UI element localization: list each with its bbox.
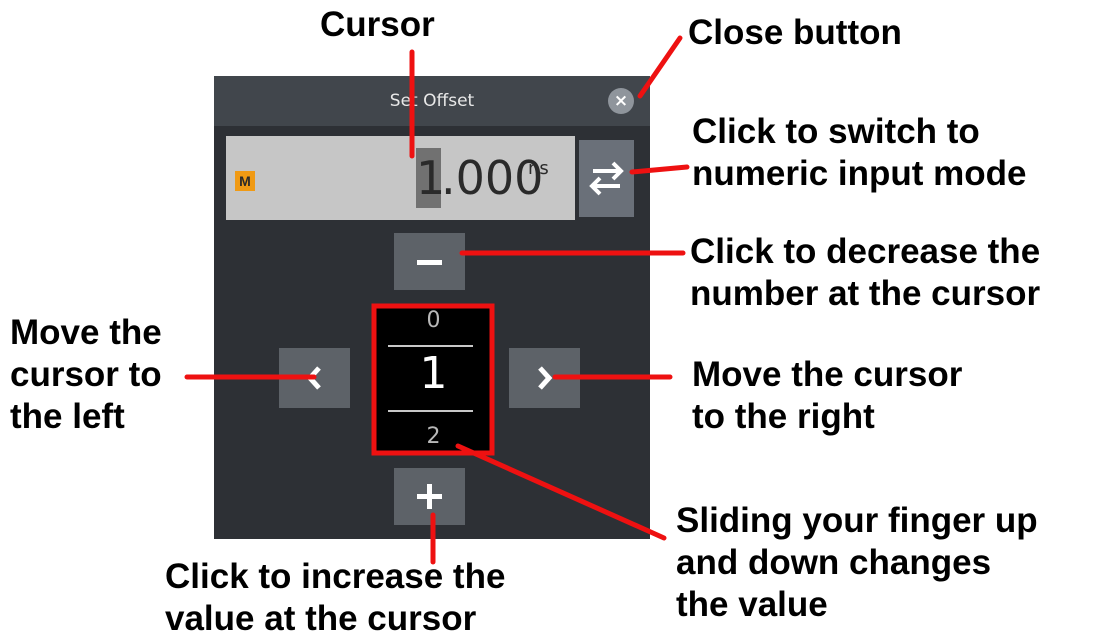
dialog-title: Set Offset — [389, 91, 475, 111]
dialog-title-bar: Set Offset × — [214, 76, 650, 126]
offset-value: 1.000 — [416, 148, 543, 208]
wheel-previous-digit: 0 — [426, 308, 441, 333]
wheel-divider-top — [388, 345, 473, 347]
value-unit: ns — [528, 158, 549, 179]
chevron-right-icon — [538, 366, 553, 390]
chevron-left-icon — [306, 366, 321, 390]
plus-icon — [417, 484, 442, 509]
increase-button[interactable] — [394, 468, 465, 525]
annotation-cursor: Cursor — [320, 5, 435, 44]
switch-input-mode-button[interactable] — [579, 140, 634, 217]
annotation-move-left: Move the cursor to the left — [10, 313, 162, 436]
annotation-increase: Click to increase the value at the curso… — [165, 557, 506, 638]
cursor-right-button[interactable] — [509, 348, 580, 408]
close-button[interactable]: × — [608, 88, 634, 114]
wheel-next-digit: 2 — [426, 424, 441, 449]
annotation-close-button: Close button — [688, 13, 902, 52]
digit-wheel[interactable]: 0 1 2 — [376, 304, 491, 453]
annotation-slide: Sliding your finger up and down changes … — [676, 501, 1038, 624]
annotation-switch-mode: Click to switch to numeric input mode — [692, 112, 1027, 193]
wheel-current-digit: 1 — [419, 348, 448, 399]
close-icon: × — [613, 91, 629, 111]
annotation-decrease: Click to decrease the number at the curs… — [690, 232, 1041, 313]
wheel-divider-bottom — [388, 410, 473, 412]
cursor-left-button[interactable] — [279, 348, 350, 408]
decrease-button[interactable] — [394, 233, 465, 290]
value-display: M 1.000 ns — [226, 136, 575, 220]
mode-badge: M — [235, 171, 255, 191]
cursor-digit[interactable]: 1 — [416, 148, 445, 208]
annotation-move-right: Move the cursor to the right — [692, 355, 963, 436]
swap-arrows-icon — [589, 161, 624, 196]
set-offset-dialog: Set Offset × M 1.000 ns 0 1 2 — [214, 76, 650, 539]
minus-icon — [417, 260, 442, 265]
